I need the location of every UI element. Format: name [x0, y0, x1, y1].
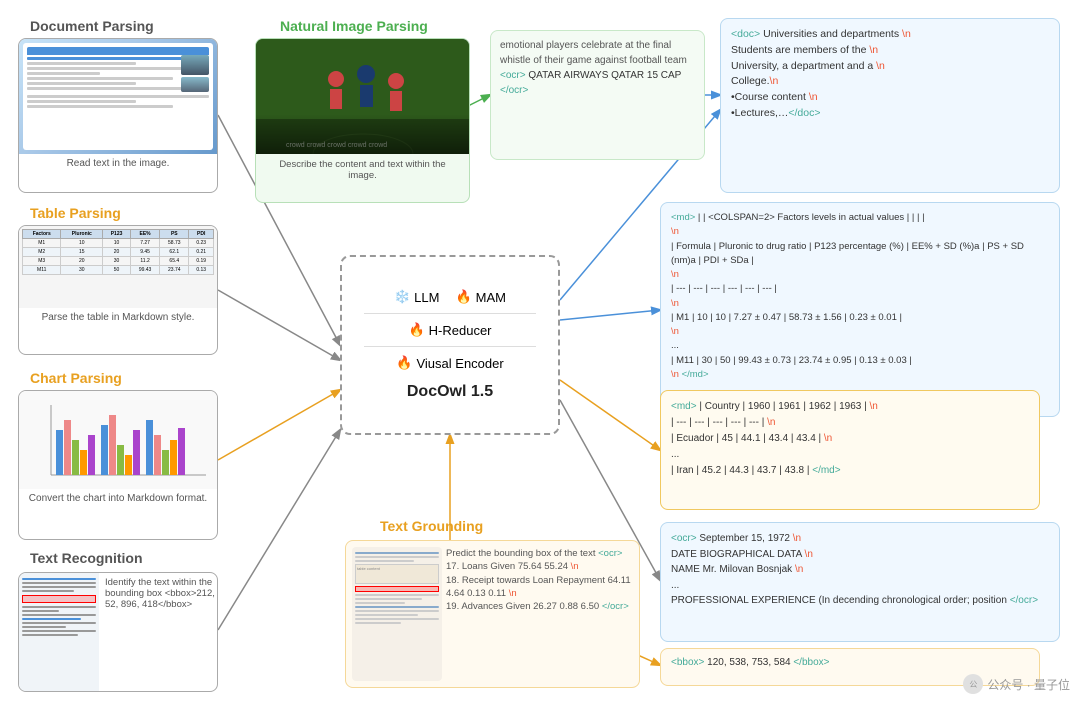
text-rec-document [19, 573, 99, 691]
snowflake-icon: ❄️ [394, 289, 410, 305]
fire-icon-mam: 🔥 [455, 289, 471, 305]
chart-parsing-caption: Convert the chart into Markdown format. [19, 489, 217, 508]
natural-image-box: crowd crowd crowd crowd crowd Describe t… [255, 38, 470, 203]
watermark-logo: 公 [963, 674, 983, 694]
text-recognition-label: Text Recognition [30, 550, 143, 566]
chart-parsing-box: Convert the chart into Markdown format. [18, 390, 218, 540]
h-reducer-item: 🔥 H-Reducer [408, 322, 491, 338]
visual-encoder-item: 🔥 Viusal Encoder [396, 355, 503, 371]
divider-2 [364, 346, 537, 347]
chart-parsing-image [19, 391, 217, 489]
table-parsing-box: FactorsPluronicP123EE%PSPDI M110107.2758… [18, 225, 218, 355]
llm-label: LLM [414, 290, 439, 305]
text-grounding-box: table content Predict the bounding box o… [345, 540, 640, 688]
watermark: 公 公众号 · 量子位 [963, 674, 1070, 694]
natural-image-label: Natural Image Parsing [280, 18, 428, 34]
divider-1 [364, 313, 537, 314]
text-grounding-document: table content [352, 547, 442, 681]
text-rec-caption: Identify the text within the bounding bo… [103, 573, 217, 691]
visual-encoder-label: Viusal Encoder [416, 356, 503, 371]
doc-parsing-caption: Read text in the image. [19, 154, 217, 173]
country-output-box: <md> | Country | 1960 | 1961 | 1962 | 19… [660, 390, 1040, 510]
chart-svg [31, 400, 206, 485]
ocr-output-box: <ocr> September 15, 1972 \n DATE BIOGRAP… [660, 522, 1060, 642]
text-recognition-box: Identify the text within the bounding bo… [18, 572, 218, 692]
h-reducer-label: H-Reducer [429, 323, 492, 338]
ocr-top-output-box: emotional players celebrate at the final… [490, 30, 705, 160]
table-parsing-caption: Parse the table in Markdown style. [19, 308, 217, 327]
text-grounding-caption: Predict the bounding box of the text <oc… [446, 547, 633, 681]
docowl-title: DocOwl 1.5 [407, 383, 493, 401]
llm-mam-row: ❄️ LLM 🔥 MAM [394, 289, 506, 305]
document-parsing-box: Read text in the image. [18, 38, 218, 193]
main-container: Document Parsing [0, 0, 1080, 702]
table-parsing-image: FactorsPluronicP123EE%PSPDI M110107.2758… [19, 226, 217, 308]
watermark-text: 公众号 · 量子位 [987, 676, 1070, 693]
text-grounding-label: Text Grounding [380, 518, 483, 534]
llm-item: ❄️ LLM [394, 289, 439, 305]
doc-output-box: <doc> Universities and departments \n St… [720, 18, 1060, 193]
fire-icon-reducer: 🔥 [408, 322, 424, 338]
natural-image-caption: Describe the content and text within the… [256, 154, 469, 186]
natural-image-photo: crowd crowd crowd crowd crowd [256, 39, 469, 154]
chart-parsing-label: Chart Parsing [30, 370, 122, 386]
docowl-center-box: ❄️ LLM 🔥 MAM 🔥 H-Reducer 🔥 Viusal Encode… [340, 255, 560, 435]
doc-parsing-image [19, 39, 217, 154]
table-output-box: <md> | | <COLSPAN=2> Factors levels in a… [660, 202, 1060, 417]
document-parsing-label: Document Parsing [30, 18, 154, 34]
mam-label: MAM [476, 290, 506, 305]
table-parsing-label: Table Parsing [30, 205, 121, 221]
mam-item: 🔥 MAM [455, 289, 506, 305]
fire-icon-encoder: 🔥 [396, 355, 412, 371]
